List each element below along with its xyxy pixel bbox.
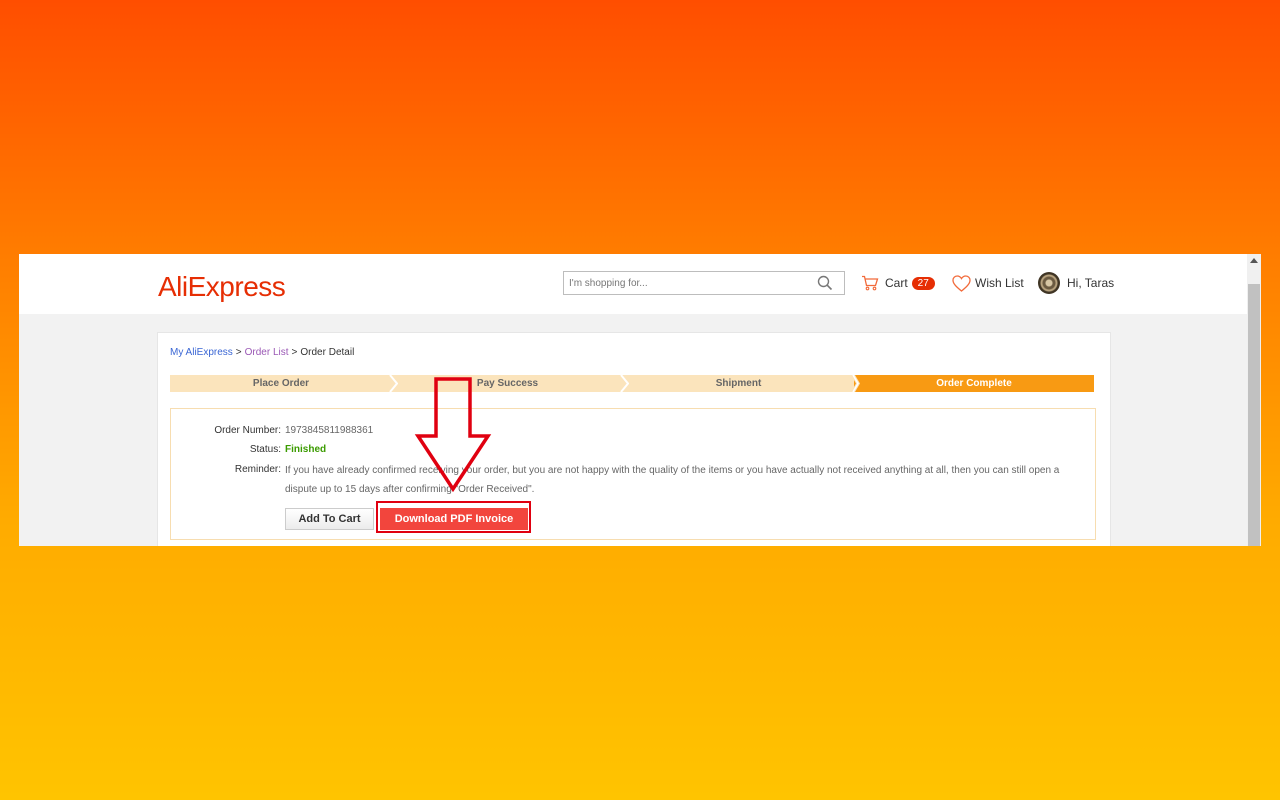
search-icon xyxy=(817,275,832,291)
breadcrumb: My AliExpress > Order List > Order Detail xyxy=(170,347,354,358)
user-greeting: Hi, Taras xyxy=(1067,276,1115,290)
breadcrumb-separator: > xyxy=(291,347,298,358)
step-separator-chevron xyxy=(620,375,629,392)
user-menu[interactable]: Hi, Taras xyxy=(1038,272,1114,294)
step-pay-success: Pay Success xyxy=(392,375,623,392)
breadcrumb-current: Order Detail xyxy=(300,347,355,358)
reminder-text: If you have already confirmed receiving … xyxy=(285,465,1060,495)
order-detail-card: My AliExpress > Order List > Order Detail Pl… xyxy=(157,332,1111,546)
scroll-up-arrow-icon[interactable] xyxy=(1250,258,1258,263)
search-button[interactable] xyxy=(805,271,845,295)
cart-label: Cart xyxy=(885,276,908,290)
heart-icon xyxy=(952,274,971,292)
cart-count-badge: 27 xyxy=(911,276,935,290)
status-label: Status: xyxy=(249,444,281,455)
breadcrumb-separator: > xyxy=(235,347,242,358)
order-number-value: 1973845811988361 xyxy=(285,425,374,436)
wishlist-label: Wish List xyxy=(975,276,1024,290)
step-order-complete: Order Complete xyxy=(854,375,1094,392)
step-place-order: Place Order xyxy=(170,375,392,392)
breadcrumb-order-list[interactable]: Order List xyxy=(245,347,289,358)
cart-icon xyxy=(862,275,879,291)
scrollbar-thumb[interactable] xyxy=(1248,284,1260,546)
cart-link[interactable]: Cart 27 xyxy=(861,273,935,293)
order-progress: Place Order Pay Success Shipment Order C… xyxy=(170,375,1094,392)
status-value: Finished xyxy=(285,444,327,455)
search-input[interactable] xyxy=(563,271,806,295)
site-header: AliExpress Cart 27 Wish List xyxy=(19,254,1247,314)
aliexpress-logo[interactable]: AliExpress xyxy=(158,271,286,303)
step-shipment: Shipment xyxy=(623,375,854,392)
step-separator-chevron xyxy=(389,375,398,392)
scrollbar[interactable] xyxy=(1247,254,1261,546)
order-info-box: Order Number: 1973845811988361 Status: F… xyxy=(170,408,1096,540)
step-separator-chevron xyxy=(851,375,860,392)
breadcrumb-my-aliexpress[interactable]: My AliExpress xyxy=(170,347,233,358)
avatar xyxy=(1038,272,1060,294)
browser-window: AliExpress Cart 27 Wish List xyxy=(19,254,1261,546)
order-number-label: Order Number: xyxy=(214,425,281,436)
download-pdf-invoice-button[interactable]: Download PDF Invoice xyxy=(380,508,528,530)
wishlist-link[interactable]: Wish List xyxy=(952,273,1024,293)
reminder-label: Reminder: xyxy=(234,464,281,475)
add-to-cart-button[interactable]: Add To Cart xyxy=(285,508,374,530)
